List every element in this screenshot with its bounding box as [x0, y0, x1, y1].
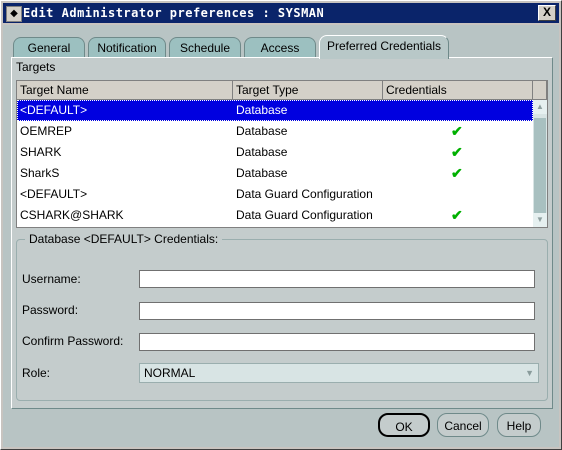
- target-name-cell: CSHARK@SHARK: [20, 208, 124, 222]
- column-header-target-name[interactable]: Target Name: [17, 81, 233, 100]
- table-row[interactable]: <DEFAULT> Data Guard Configuration: [17, 184, 533, 205]
- target-type-cell: Database: [236, 166, 288, 180]
- chevron-down-icon[interactable]: ▼: [525, 364, 534, 382]
- dialog-window: ◆ Edit Administrator preferences : SYSMA…: [0, 0, 562, 450]
- column-header-credentials[interactable]: Credentials: [383, 81, 533, 100]
- tab-preferred-credentials[interactable]: Preferred Credentials: [319, 35, 449, 59]
- help-button[interactable]: Help: [497, 413, 541, 437]
- dialog-body: General Notification Schedule Access Pre…: [3, 25, 559, 447]
- scroll-thumb[interactable]: [534, 118, 546, 218]
- credentials-group: Database <DEFAULT> Credentials: Username…: [16, 232, 548, 401]
- check-icon: ✔: [451, 165, 463, 181]
- cancel-button[interactable]: Cancel: [437, 413, 489, 437]
- tab-notification[interactable]: Notification: [88, 37, 166, 58]
- title-bar[interactable]: ◆ Edit Administrator preferences : SYSMA…: [3, 3, 559, 23]
- table-row[interactable]: <DEFAULT> Database: [17, 100, 533, 121]
- ok-button[interactable]: OK: [378, 413, 430, 437]
- app-icon: ◆: [6, 6, 22, 22]
- table-row[interactable]: CSHARK@SHARK Data Guard Configuration ✔: [17, 205, 533, 226]
- table-row[interactable]: SHARK Database ✔: [17, 142, 533, 163]
- table-vertical-scrollbar[interactable]: ▲ ▼: [533, 100, 547, 227]
- check-icon: ✔: [451, 207, 463, 223]
- username-label: Username:: [22, 272, 81, 286]
- target-type-cell: Data Guard Configuration: [236, 208, 373, 222]
- column-header-target-type[interactable]: Target Type: [233, 81, 383, 100]
- target-type-cell: Data Guard Configuration: [236, 187, 373, 201]
- target-name-cell: <DEFAULT>: [20, 187, 88, 201]
- tab-general[interactable]: General: [13, 37, 85, 58]
- role-label: Role:: [22, 366, 51, 380]
- close-button[interactable]: X: [538, 5, 556, 21]
- scroll-down-icon[interactable]: ▼: [533, 213, 547, 227]
- target-name-cell: <DEFAULT>: [20, 103, 88, 117]
- password-input[interactable]: [139, 302, 535, 320]
- window-title: Edit Administrator preferences : SYSMAN: [23, 6, 325, 20]
- preferred-credentials-panel: Targets Target Name Target Type Credenti…: [11, 57, 553, 409]
- role-select[interactable]: NORMAL ▼: [139, 363, 539, 383]
- role-select-value: NORMAL: [144, 366, 196, 380]
- target-name-cell: OEMREP: [20, 124, 73, 138]
- target-type-cell: Database: [236, 124, 288, 138]
- check-icon: ✔: [451, 123, 463, 139]
- tab-access[interactable]: Access: [244, 37, 316, 58]
- target-name-cell: SHARK: [20, 145, 62, 159]
- targets-table[interactable]: Target Name Target Type Credentials <DEF…: [16, 80, 548, 228]
- check-icon: ✔: [451, 144, 463, 160]
- target-name-cell: SharkS: [20, 166, 60, 180]
- scroll-up-icon[interactable]: ▲: [533, 100, 547, 114]
- password-label: Password:: [22, 303, 79, 317]
- column-header-corner: [533, 81, 547, 100]
- table-row[interactable]: OEMREP Database ✔: [17, 121, 533, 142]
- confirm-password-input[interactable]: [139, 333, 535, 351]
- target-type-cell: Database: [236, 145, 288, 159]
- username-input[interactable]: [139, 270, 535, 288]
- targets-label: Targets: [16, 60, 56, 74]
- table-row[interactable]: SharkS Database ✔: [17, 163, 533, 184]
- tab-schedule[interactable]: Schedule: [169, 37, 241, 58]
- confirm-password-label: Confirm Password:: [22, 334, 124, 348]
- credentials-group-title: Database <DEFAULT> Credentials:: [25, 232, 223, 246]
- target-type-cell: Database: [236, 103, 288, 117]
